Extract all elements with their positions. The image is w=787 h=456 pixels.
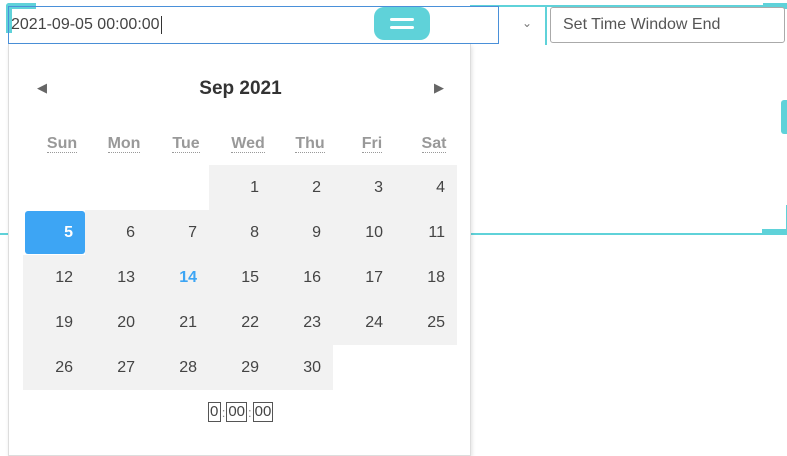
- end-input-placeholder: Set Time Window End: [563, 16, 721, 33]
- calendar-day[interactable]: 28: [147, 345, 209, 390]
- calendar-day[interactable]: 8: [209, 210, 271, 255]
- calendar-day[interactable]: 7: [147, 210, 209, 255]
- calendar-day-grid: 1 2 3 4 5 6 7 8 9 10 11 12 13 14 15 16 17 18 19 20 21 22 23 24 2…: [23, 165, 457, 390]
- calendar-day-today[interactable]: 14: [147, 255, 209, 300]
- weekday-label: Thu: [295, 135, 325, 153]
- calendar-empty-cell: [23, 165, 85, 210]
- calendar-day[interactable]: 16: [271, 255, 333, 300]
- calendar-day[interactable]: 17: [333, 255, 395, 300]
- calendar-day[interactable]: 25: [395, 300, 457, 345]
- calendar-day[interactable]: 11: [395, 210, 457, 255]
- calendar-day[interactable]: 3: [333, 165, 395, 210]
- calendar-day[interactable]: 29: [209, 345, 271, 390]
- weekday-header-row: Sun Mon Tue Wed Thu Fri Sat: [31, 132, 465, 156]
- calendar-day[interactable]: 4: [395, 165, 457, 210]
- calendar-day[interactable]: 20: [85, 300, 147, 345]
- calendar-day[interactable]: 6: [85, 210, 147, 255]
- calendar-day[interactable]: 15: [209, 255, 271, 300]
- calendar-day[interactable]: 19: [23, 300, 85, 345]
- time-window-start-input[interactable]: 2021-09-05 00:00:00: [8, 6, 499, 44]
- weekday-label: Wed: [231, 135, 265, 153]
- calendar-day[interactable]: 18: [395, 255, 457, 300]
- calendar-day-selected[interactable]: 5: [25, 211, 85, 254]
- calendar-empty-cell: [85, 165, 147, 210]
- time-picker: 0:00:00: [9, 402, 472, 422]
- calendar-day[interactable]: 9: [271, 210, 333, 255]
- calendar-day[interactable]: 23: [271, 300, 333, 345]
- calendar-empty-cell: [395, 345, 457, 390]
- calendar-day[interactable]: 24: [333, 300, 395, 345]
- time-separator: :: [221, 404, 226, 420]
- calendar-day[interactable]: 10: [333, 210, 395, 255]
- second-field[interactable]: 00: [252, 402, 274, 422]
- weekday-label: Mon: [107, 135, 141, 153]
- weekday-label: Tue: [172, 135, 200, 153]
- calendar-empty-cell: [147, 165, 209, 210]
- calendar-day[interactable]: 12: [23, 255, 85, 300]
- calendar-day[interactable]: 1: [209, 165, 271, 210]
- calendar-day[interactable]: 27: [85, 345, 147, 390]
- start-input-value: 2021-09-05 00:00:00: [11, 16, 160, 33]
- hour-field[interactable]: 0: [207, 402, 221, 422]
- calendar-day[interactable]: 13: [85, 255, 147, 300]
- weekday-label: Fri: [361, 135, 383, 153]
- weekday-label: Sun: [46, 135, 78, 153]
- calendar-day[interactable]: 22: [209, 300, 271, 345]
- resize-corner-bottom-right[interactable]: [762, 205, 787, 235]
- calendar-day[interactable]: 26: [23, 345, 85, 390]
- weekday-label: Sat: [421, 135, 447, 153]
- minute-field[interactable]: 00: [226, 402, 247, 422]
- calendar-day[interactable]: 2: [271, 165, 333, 210]
- month-year-title: Sep 2021: [9, 74, 472, 104]
- calendar-empty-cell: [333, 345, 395, 390]
- triangle-right-icon[interactable]: ▶: [431, 79, 447, 99]
- widget-frame-divider: [545, 5, 547, 45]
- year-label: 2021: [239, 78, 282, 99]
- time-window-end-input[interactable]: Set Time Window End: [550, 7, 785, 43]
- calendar-day[interactable]: 21: [147, 300, 209, 345]
- text-caret: [160, 15, 162, 34]
- calendar-header: ◀ Sep 2021 ▶: [9, 74, 472, 104]
- date-picker-popup: ◀ Sep 2021 ▶ Sun Mon Tue Wed Thu Fri Sat…: [8, 44, 471, 456]
- chevron-down-icon[interactable]: ⌄: [519, 14, 535, 32]
- month-label: Sep: [199, 78, 235, 99]
- calendar-day[interactable]: 30: [271, 345, 333, 390]
- time-separator: :: [248, 404, 252, 420]
- resize-handle-right[interactable]: [781, 100, 787, 134]
